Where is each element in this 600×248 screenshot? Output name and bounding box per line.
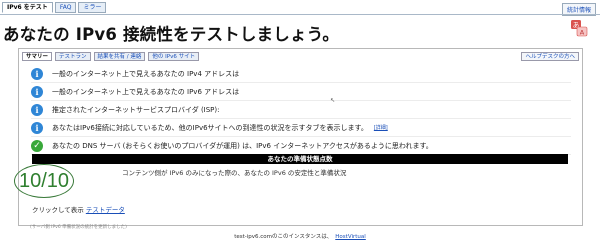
row-text: 一般のインターネット上で見えるあなたの IPv6 アドレスは: [52, 87, 240, 96]
list-item: i 一般のインターネット上で見えるあなたの IPv6 アドレスは: [31, 83, 571, 101]
summary-list: i 一般のインターネット上で見えるあなたの IPv4 アドレスは i 一般のイン…: [31, 65, 571, 155]
tab-helpdesk[interactable]: ヘルプデスクの方へ: [521, 52, 579, 61]
list-item: i あなたはIPv6接続に対応しているため、他のIPv6サイトへの到達性の状況を…: [31, 119, 571, 137]
details-link[interactable]: [詳細]: [374, 124, 388, 131]
list-item: i 推定されたインターネットサービスプロバイダ (ISP):: [31, 101, 571, 119]
info-icon: i: [31, 85, 43, 98]
page-title: あなたの IPv6 接続性をテストしましょう。: [3, 25, 340, 44]
row-text: あなたはIPv6接続に対応しているため、他のIPv6サイトへの到達性の状況を示す…: [52, 123, 368, 132]
top-divider: [0, 14, 600, 15]
tab-mirrors[interactable]: ミラー: [78, 2, 107, 13]
results-panel: サマリー テストラン 結果を共有 / 連絡 他の IPv6 サイト ヘルプデスク…: [18, 48, 583, 226]
tab-test-ipv6[interactable]: IPv6 をテスト: [2, 2, 53, 13]
readiness-score: 10/10: [14, 164, 74, 198]
info-icon: i: [31, 67, 43, 80]
test-data-link[interactable]: テストデータ: [86, 206, 125, 214]
row-text: あなたの DNS サーバ (おそらくお使いのプロバイダが運用) は、IPv6 イ…: [52, 141, 433, 150]
hostvirtual-link[interactable]: HostVirtual: [335, 234, 366, 240]
tab-other-ipv6-sites[interactable]: 他の IPv6 サイト: [148, 52, 200, 61]
tab-summary[interactable]: サマリー: [22, 52, 53, 61]
tab-faq[interactable]: FAQ: [54, 2, 77, 13]
list-item: i 一般のインターネット上で見えるあなたの IPv4 アドレスは: [31, 65, 571, 83]
mouse-cursor-icon: ↖: [330, 97, 336, 104]
tab-share-results[interactable]: 結果を共有 / 連絡: [93, 52, 146, 61]
language-icon[interactable]: あ A: [570, 19, 588, 37]
readiness-header: あなたの準備状態点数: [32, 154, 568, 164]
stats-footnote: (サーバ側 IPv6 準備状況の統計を更新しました): [30, 225, 127, 230]
info-icon: i: [31, 121, 43, 134]
result-tab-bar: サマリー テストラン 結果を共有 / 連絡 他の IPv6 サイト: [22, 52, 200, 61]
row-text: 推定されたインターネットサービスプロバイダ (ISP):: [52, 105, 220, 114]
list-item: ✓ あなたの DNS サーバ (おそらくお使いのプロバイダが運用) は、IPv6…: [31, 137, 571, 155]
score-caption: コンテンツ側が IPv6 のみになった際の、あなたの IPv6 の安定性と準備状…: [122, 169, 347, 177]
page-footer: test-ipv6.comのこのインスタンスは、 HostVirtual: [0, 232, 600, 240]
row-text: 一般のインターネット上で見えるあなたの IPv4 アドレスは: [52, 69, 240, 78]
test-data-toggle: クリックして表示 テストデータ: [32, 204, 125, 214]
svg-text:A: A: [580, 28, 585, 36]
info-icon: i: [31, 103, 43, 116]
top-tab-bar: IPv6 をテスト FAQ ミラー: [2, 2, 107, 13]
check-icon: ✓: [31, 139, 43, 152]
tab-test-run[interactable]: テストラン: [55, 52, 91, 61]
footer-text: test-ipv6.comのこのインスタンスは、: [234, 234, 333, 240]
click-show-label: クリックして表示: [32, 206, 84, 214]
